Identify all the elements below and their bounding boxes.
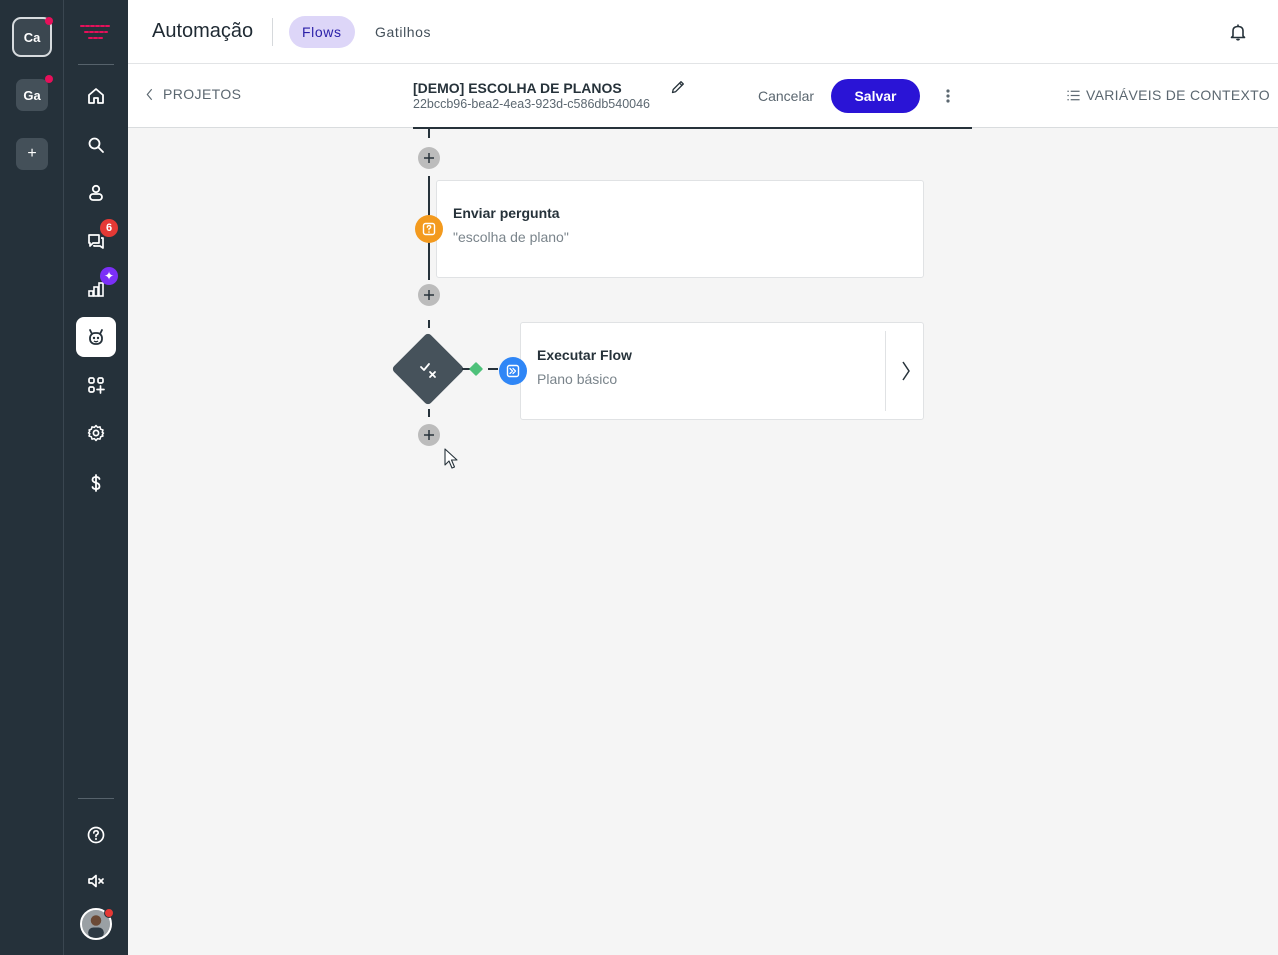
help-icon bbox=[87, 826, 105, 844]
nav-reports[interactable]: ✦ bbox=[80, 267, 118, 305]
plus-icon bbox=[424, 430, 434, 440]
workspace-ga[interactable]: Ga bbox=[16, 79, 48, 111]
workspace-label: Ga bbox=[23, 87, 41, 103]
page-title: Automação bbox=[152, 20, 254, 42]
mute-icon bbox=[88, 874, 104, 888]
bot-icon bbox=[89, 329, 103, 345]
flow-name: [DEMO] ESCOLHA DE PLANOS bbox=[413, 80, 622, 96]
workspace-label: Ca bbox=[23, 29, 41, 45]
context-variables-button[interactable]: VARIÁVEIS DE CONTEXTO bbox=[1066, 87, 1270, 103]
tab-gatilhos[interactable]: Gatilhos bbox=[362, 16, 444, 48]
nav-automation[interactable] bbox=[76, 317, 116, 357]
billing-icon bbox=[91, 474, 101, 492]
list-icon bbox=[1067, 90, 1080, 100]
question-node-card[interactable]: Enviar pergunta "escolha de plano" bbox=[436, 180, 924, 278]
nav-billing[interactable] bbox=[80, 467, 112, 499]
status-dot bbox=[104, 908, 114, 918]
nav-chats[interactable]: 6 bbox=[80, 219, 118, 257]
top-header: Automação Flows Gatilhos bbox=[128, 0, 1278, 64]
nav-contacts[interactable] bbox=[80, 177, 112, 209]
back-label: PROJETOS bbox=[163, 86, 242, 102]
question-icon bbox=[422, 222, 436, 236]
question-node-badge bbox=[415, 215, 443, 243]
branch-true-marker bbox=[468, 361, 484, 377]
brand-logo bbox=[80, 25, 112, 39]
connector-line bbox=[428, 320, 430, 328]
branch-line bbox=[488, 368, 498, 370]
canvas-top-line bbox=[413, 127, 972, 129]
check-x-icon bbox=[420, 363, 436, 378]
save-button[interactable]: Salvar bbox=[831, 79, 920, 113]
nav-divider bbox=[78, 64, 114, 65]
chats-badge: 6 bbox=[100, 219, 118, 237]
plus-icon bbox=[424, 290, 434, 300]
add-step-button[interactable] bbox=[418, 284, 440, 306]
search-icon bbox=[88, 137, 104, 153]
notification-dot bbox=[45, 75, 53, 83]
chevron-left-icon bbox=[146, 88, 153, 100]
edit-icon[interactable] bbox=[670, 79, 686, 95]
header-divider bbox=[272, 18, 273, 46]
cancel-button[interactable]: Cancelar bbox=[758, 88, 814, 104]
flow-id: 22bccb96-bea2-4ea3-923d-c586db540046 bbox=[413, 97, 651, 111]
nav-divider bbox=[78, 798, 114, 799]
nav-settings[interactable] bbox=[80, 417, 112, 449]
node-subtitle: "escolha de plano" bbox=[453, 229, 569, 245]
node-title: Executar Flow bbox=[537, 347, 632, 363]
run-flow-icon bbox=[506, 364, 520, 378]
chevron-right-icon[interactable] bbox=[899, 359, 913, 383]
apps-icon bbox=[88, 377, 105, 394]
context-variables-label: VARIÁVEIS DE CONTEXTO bbox=[1086, 87, 1270, 103]
plus-icon: + bbox=[27, 145, 37, 162]
home-icon bbox=[88, 88, 104, 104]
flow-toolbar: PROJETOS [DEMO] ESCOLHA DE PLANOS 22bccb… bbox=[128, 64, 1278, 128]
settings-icon bbox=[87, 424, 105, 442]
bell-icon[interactable] bbox=[1228, 22, 1248, 42]
card-divider bbox=[885, 331, 886, 411]
main-nav: 6 ✦ bbox=[64, 0, 128, 955]
tab-flows[interactable]: Flows bbox=[289, 16, 355, 48]
connector-line bbox=[428, 128, 430, 138]
connector-line bbox=[428, 409, 430, 417]
nav-search[interactable] bbox=[80, 129, 112, 161]
nav-help[interactable] bbox=[80, 819, 112, 851]
back-to-projects[interactable]: PROJETOS bbox=[146, 86, 241, 102]
run-flow-node-card[interactable]: Executar Flow Plano básico bbox=[520, 322, 924, 420]
ai-badge: ✦ bbox=[100, 267, 118, 285]
workspace-rail: Ca Ga + bbox=[0, 0, 64, 955]
add-step-button[interactable] bbox=[418, 424, 440, 446]
nav-apps[interactable] bbox=[80, 369, 112, 401]
nav-home[interactable] bbox=[80, 80, 112, 112]
notification-dot bbox=[45, 17, 53, 25]
node-title: Enviar pergunta bbox=[453, 205, 560, 221]
contacts-icon bbox=[89, 184, 103, 201]
mouse-cursor-icon bbox=[444, 448, 458, 469]
run-flow-node-badge bbox=[499, 357, 527, 385]
add-workspace-button[interactable]: + bbox=[16, 138, 48, 170]
node-subtitle: Plano básico bbox=[537, 371, 618, 387]
nav-sound[interactable] bbox=[80, 865, 112, 897]
plus-icon bbox=[424, 153, 434, 163]
add-step-button[interactable] bbox=[418, 147, 440, 169]
more-vertical-icon[interactable] bbox=[940, 86, 956, 106]
